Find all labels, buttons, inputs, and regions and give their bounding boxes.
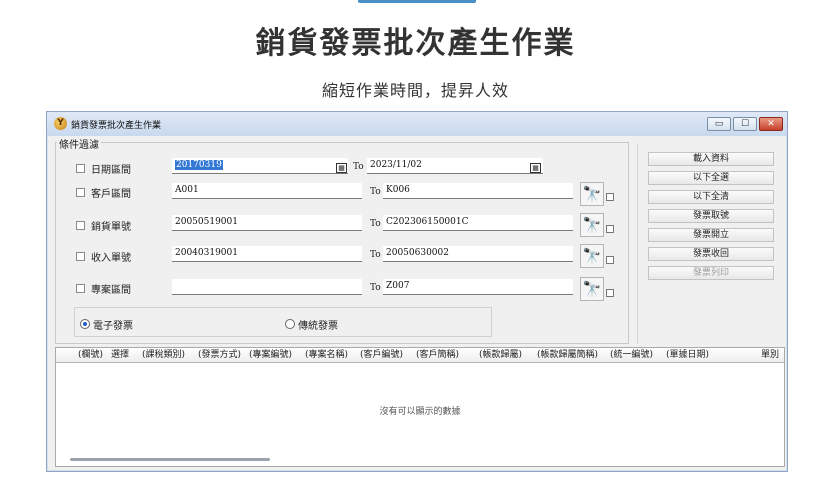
paper-invoice-label: 傳統發票	[298, 321, 338, 332]
project-from-field[interactable]	[172, 279, 362, 295]
maximize-button[interactable]: ☐	[733, 117, 757, 131]
window-title: 銷貨發票批次產生作業	[71, 121, 162, 131]
col-header[interactable]: (單據日期)	[666, 348, 709, 362]
results-grid[interactable]: (欄號) 選擇 (課稅類別) (發票方式) (專案編號) (專案名稱) (客戶編…	[55, 347, 785, 467]
date-range-checkbox[interactable]	[76, 164, 85, 173]
customer-multi-checkbox[interactable]	[606, 193, 614, 201]
sales-from-field[interactable]: 20050519001	[172, 215, 362, 231]
col-header[interactable]: (帳款歸屬)	[479, 348, 522, 362]
calendar-icon[interactable]: ▦	[530, 163, 541, 173]
income-no-label: 收入單號	[91, 253, 131, 264]
col-header[interactable]: 選擇	[111, 348, 129, 362]
col-header[interactable]: (客戶簡稱)	[416, 348, 459, 362]
e-invoice-radio[interactable]	[80, 319, 90, 329]
to-label: To	[370, 283, 381, 293]
income-multi-checkbox[interactable]	[606, 256, 614, 264]
col-header[interactable]: (欄號)	[78, 348, 103, 362]
horizontal-scrollbar[interactable]	[70, 458, 270, 461]
calendar-icon[interactable]: ▦	[336, 163, 347, 173]
project-range-label: 專案區間	[91, 285, 131, 296]
invoice-issue-button[interactable]: 發票開立	[648, 228, 774, 242]
date-from-value: 20170319	[175, 160, 223, 170]
to-label: To	[370, 219, 381, 229]
binoculars-icon[interactable]: 🔭	[580, 213, 604, 237]
invoice-recall-button[interactable]: 發票收回	[648, 247, 774, 261]
sales-to-field[interactable]: C202306150001C	[383, 215, 573, 231]
date-from-field[interactable]: 20170319	[172, 158, 348, 174]
customer-to-field[interactable]: K006	[383, 183, 573, 199]
date-range-label: 日期區間	[91, 165, 131, 176]
app-logo-icon: Y	[54, 117, 67, 130]
grid-header: (欄號) 選擇 (課稅類別) (發票方式) (專案編號) (專案名稱) (客戶編…	[56, 348, 784, 363]
project-multi-checkbox[interactable]	[606, 289, 614, 297]
binoculars-icon[interactable]: 🔭	[580, 244, 604, 268]
close-button[interactable]: ✕	[759, 117, 783, 131]
col-header[interactable]: (專案編號)	[249, 348, 292, 362]
to-label: To	[370, 250, 381, 260]
load-data-button[interactable]: 載入資料	[648, 152, 774, 166]
invoice-type-group	[74, 307, 492, 337]
customer-range-label: 客戶區間	[91, 189, 131, 200]
col-header[interactable]: (發票方式)	[198, 348, 241, 362]
page-title: 銷貨發票批次產生作業	[255, 26, 576, 61]
col-header[interactable]: (客戶編號)	[360, 348, 403, 362]
page-subtitle: 縮短作業時間，提昇人效	[321, 81, 509, 100]
income-from-field[interactable]: 20040319001	[172, 246, 362, 262]
to-label: To	[370, 187, 381, 197]
customer-from-field[interactable]: A001	[172, 183, 362, 199]
clear-all-button[interactable]: 以下全清	[648, 190, 774, 204]
invoice-print-button: 發票列印	[648, 266, 774, 280]
minimize-button[interactable]: ▭	[707, 117, 731, 131]
col-header[interactable]: (帳款歸屬簡稱)	[537, 348, 598, 362]
to-label: To	[353, 162, 364, 172]
date-to-field[interactable]: 2023/11/02	[367, 158, 543, 174]
select-all-button[interactable]: 以下全選	[648, 171, 774, 185]
col-header[interactable]: (專案名稱)	[305, 348, 348, 362]
sales-no-label: 銷貨單號	[91, 222, 131, 233]
e-invoice-label: 電子發票	[93, 321, 133, 332]
app-window: Y 銷貨發票批次產生作業 ▭ ☐ ✕ 條件過濾 日期區間 20170319 ▦ …	[46, 111, 788, 472]
invoice-number-button[interactable]: 發票取號	[648, 209, 774, 223]
binoculars-icon[interactable]: 🔭	[580, 182, 604, 206]
project-to-field[interactable]: Z007	[383, 279, 573, 295]
project-range-checkbox[interactable]	[76, 284, 85, 293]
binoculars-icon[interactable]: 🔭	[580, 277, 604, 301]
sales-no-checkbox[interactable]	[76, 221, 85, 230]
col-header[interactable]: (統一編號)	[610, 348, 653, 362]
filter-group-label: 條件過濾	[57, 136, 101, 151]
col-header[interactable]: (課稅類別)	[142, 348, 185, 362]
income-to-field[interactable]: 20050630002	[383, 246, 573, 262]
top-accent-bar	[358, 0, 476, 3]
grid-empty-message: 沒有可以顯示的數據	[379, 407, 461, 417]
col-header[interactable]: 單別	[761, 348, 779, 362]
customer-range-checkbox[interactable]	[76, 188, 85, 197]
sales-multi-checkbox[interactable]	[606, 225, 614, 233]
income-no-checkbox[interactable]	[76, 252, 85, 261]
window-titlebar[interactable]: Y 銷貨發票批次產生作業 ▭ ☐ ✕	[47, 112, 787, 136]
paper-invoice-radio[interactable]	[285, 319, 295, 329]
